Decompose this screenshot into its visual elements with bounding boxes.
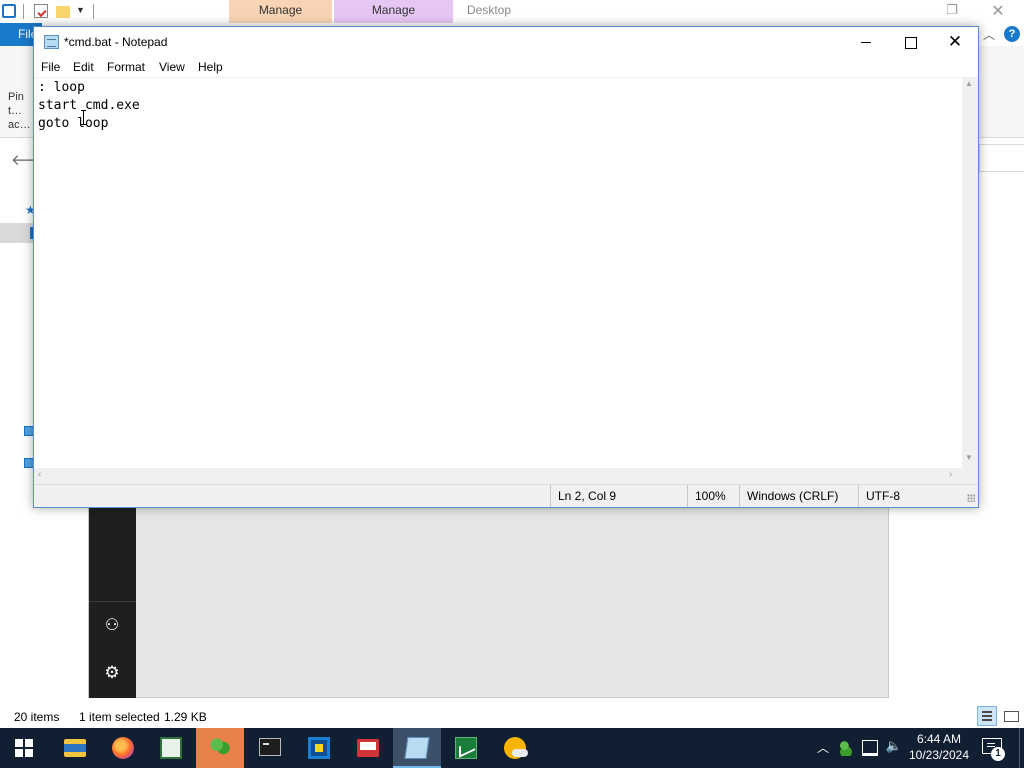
scroll-up-icon[interactable]: ▲ — [965, 79, 973, 88]
notepad-plus-icon — [160, 737, 182, 759]
virtualbox-icon — [308, 737, 330, 759]
selection-count: 1 item selected — [79, 710, 160, 724]
cmd-icon — [259, 738, 281, 756]
chart-icon — [455, 737, 477, 759]
menu-edit[interactable]: Edit — [73, 60, 94, 74]
notepad-app-icon[interactable] — [44, 35, 59, 49]
zoom-level: 100% — [687, 485, 738, 507]
taskbar-chart-app[interactable] — [442, 728, 490, 768]
network-icon[interactable] — [862, 740, 878, 756]
explorer-restore-icon[interactable]: ❐ — [942, 2, 962, 20]
manage-tab-1[interactable]: Manage — [229, 0, 332, 23]
firefox-icon — [112, 737, 134, 759]
close-button[interactable]: ✕ — [932, 27, 978, 57]
line-ending: Windows (CRLF) — [739, 485, 858, 507]
taskbar: ︿ 🔈 6:44 AM 10/23/2024 1 — [0, 728, 1024, 768]
taskbar-weather[interactable] — [491, 728, 539, 768]
menu-file[interactable]: File — [41, 60, 60, 74]
start-icon — [15, 739, 33, 757]
minimize-button[interactable] — [843, 27, 889, 57]
notepad-title-bar[interactable]: *cmd.bat - Notepad ✕ — [34, 27, 978, 57]
selection-size: 1.29 KB — [164, 710, 207, 724]
taskbar-notepad-plus[interactable] — [147, 728, 195, 768]
taskbar-users[interactable] — [196, 728, 244, 768]
navigation-pane: ★ — [0, 177, 36, 707]
quick-access-separator — [23, 4, 24, 19]
item-count: 20 items — [14, 710, 60, 724]
search-input[interactable] — [979, 144, 1024, 172]
taskbar-virtualbox[interactable] — [295, 728, 343, 768]
notification-count-badge: 1 — [991, 747, 1005, 761]
explorer-close-icon[interactable]: ✕ — [988, 1, 1008, 21]
users-icon — [209, 737, 231, 759]
clock-time: 6:44 AM — [916, 732, 962, 746]
encoding: UTF-8 — [858, 485, 958, 507]
weather-icon — [504, 737, 528, 759]
gear-icon[interactable]: ⚙ — [102, 663, 122, 683]
details-view-icon[interactable] — [977, 706, 997, 726]
manage-tab-2[interactable]: Manage — [334, 0, 453, 23]
collapse-ribbon-icon[interactable]: ︿ — [983, 26, 995, 43]
large-icons-view-icon[interactable] — [1001, 706, 1021, 726]
presentation-icon — [357, 739, 379, 757]
clock-date: 10/23/2024 — [908, 748, 970, 762]
app-sidebar: ⚇ ⚙ — [89, 506, 136, 698]
horizontal-scrollbar[interactable]: ‹ › — [34, 468, 962, 484]
properties-icon[interactable] — [34, 4, 48, 18]
quick-access-dropdown-icon[interactable]: ▼ — [76, 5, 85, 15]
taskbar-presentation[interactable] — [344, 728, 392, 768]
clock[interactable]: 6:44 AM 10/23/2024 — [904, 731, 974, 763]
desktop-location-label: Desktop — [466, 3, 512, 17]
taskbar-notepad[interactable] — [393, 728, 441, 768]
show-hidden-icons-chevron-icon[interactable]: ︿ — [815, 739, 831, 755]
menu-view[interactable]: View — [159, 60, 185, 74]
explorer-app-icon[interactable] — [2, 4, 16, 18]
tray-users-icon[interactable] — [838, 740, 854, 756]
document-text[interactable]: : loop start cmd.exe goto loop — [38, 79, 140, 133]
background-app-window: ⚇ ⚙ — [88, 505, 889, 698]
quick-access-separator — [93, 4, 94, 19]
taskbar-firefox[interactable] — [99, 728, 147, 768]
notepad-icon — [404, 737, 430, 759]
notepad-status-bar: Ln 2, Col 9 100% Windows (CRLF) UTF-8 — [34, 484, 978, 507]
vertical-scrollbar[interactable]: ▲ ▼ — [962, 77, 978, 468]
start-button[interactable] — [0, 728, 48, 768]
text-editor-area[interactable]: : loop start cmd.exe goto loop — [34, 77, 962, 468]
new-folder-icon[interactable] — [56, 6, 70, 18]
taskbar-cmd[interactable] — [246, 728, 294, 768]
explorer-title-bar: ▼ Manage Manage Desktop ❐ ✕ — [0, 0, 1024, 23]
menu-format[interactable]: Format — [107, 60, 145, 74]
show-desktop-button[interactable] — [1019, 728, 1024, 768]
scrollbar-corner — [962, 468, 978, 484]
nav-selected-item[interactable] — [0, 223, 34, 243]
volume-icon[interactable]: 🔈 — [885, 738, 903, 756]
scroll-right-icon[interactable]: › — [949, 469, 952, 480]
ibeam-cursor-icon — [81, 110, 86, 125]
add-user-icon[interactable]: ⚇ — [102, 615, 122, 635]
menu-help[interactable]: Help — [198, 60, 223, 74]
taskbar-file-explorer[interactable] — [51, 728, 99, 768]
resize-grip-icon[interactable] — [967, 494, 975, 502]
scroll-down-icon[interactable]: ▼ — [965, 453, 973, 462]
scroll-left-icon[interactable]: ‹ — [38, 469, 41, 480]
help-icon[interactable]: ? — [1004, 26, 1020, 42]
sidebar-divider — [89, 601, 136, 602]
menu-bar: File Edit Format View Help — [34, 57, 978, 77]
file-explorer-icon — [64, 739, 86, 757]
explorer-status-bar: 20 items 1 item selected 1.29 KB — [0, 706, 1024, 728]
maximize-button[interactable] — [887, 27, 933, 57]
notepad-window: *cmd.bat - Notepad ✕ File Edit Format Vi… — [33, 26, 979, 508]
window-title: *cmd.bat - Notepad — [64, 35, 168, 49]
cursor-position: Ln 2, Col 9 — [550, 485, 686, 507]
